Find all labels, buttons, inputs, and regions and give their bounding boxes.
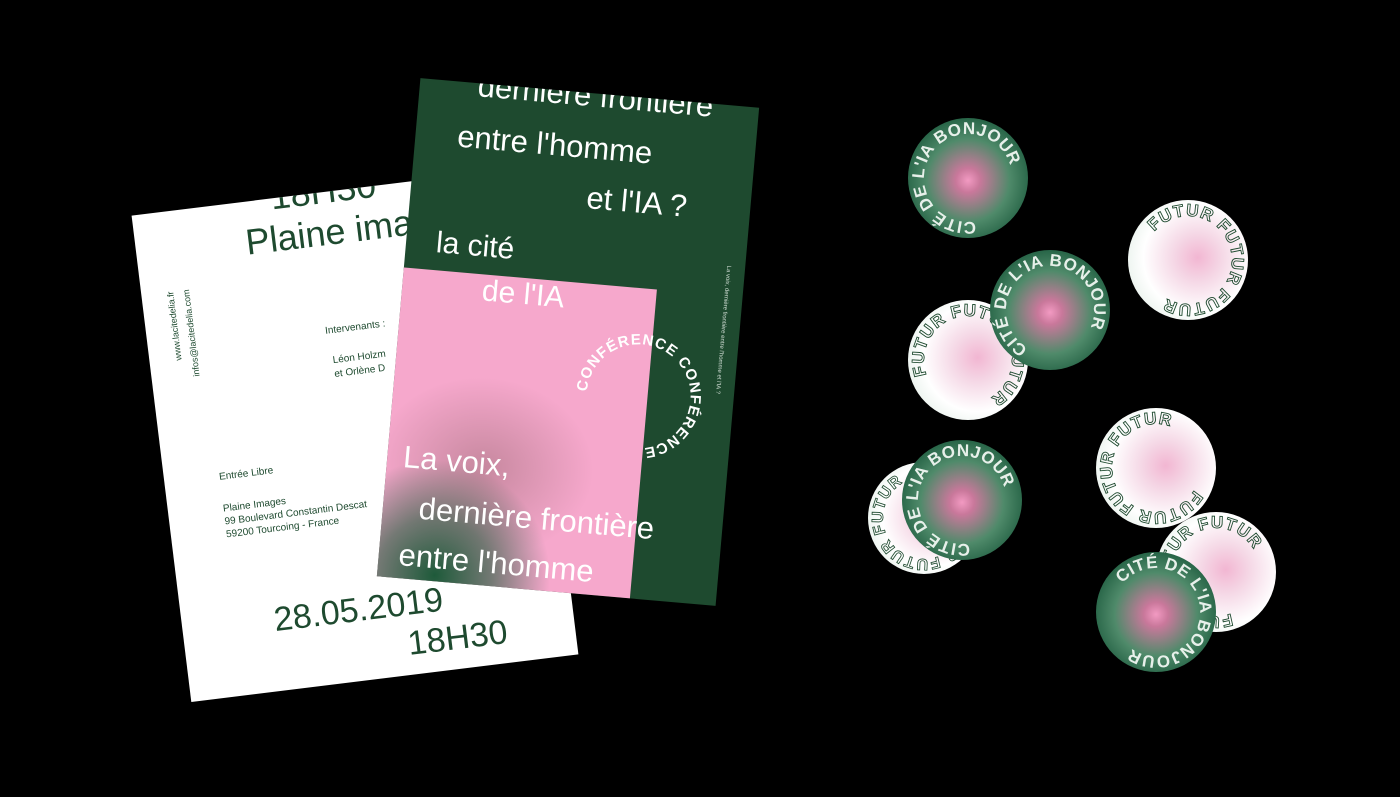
- svg-text:FUTUR FUTUR FUTUR: FUTUR FUTUR FUTUR: [1128, 200, 1248, 320]
- poster-line-3: et l'IA ?: [585, 180, 689, 224]
- flyer-entry: Entrée Libre: [218, 465, 274, 483]
- conference-ring: CONFÉRENCE CONFÉRENCE: [568, 326, 709, 466]
- poster-brand-1: la cité: [434, 226, 516, 266]
- poster-line-2: entre l'homme: [456, 118, 654, 171]
- sticker-text: FUTUR FUTUR FUTUR: [1128, 200, 1248, 320]
- sticker-cite: CITÉ DE L'IA BONJOUR: [908, 118, 1028, 238]
- svg-text:CITÉ DE L'IA BONJOUR: CITÉ DE L'IA BONJOUR: [990, 250, 1110, 370]
- sticker-futur: FUTUR FUTUR FUTUR: [1128, 200, 1248, 320]
- sticker-text: CITÉ DE L'IA BONJOUR: [902, 440, 1022, 560]
- sticker-futur: FUTUR FUTUR FUTUR: [1096, 408, 1216, 528]
- conference-ring-text: CONFÉRENCE CONFÉRENCE: [568, 326, 709, 466]
- sticker-text: FUTUR FUTUR FUTUR: [1096, 408, 1216, 528]
- sticker-text: CITÉ DE L'IA BONJOUR: [990, 250, 1110, 370]
- svg-text:CONFÉRENCE CONFÉRENCE: CONFÉRENCE CONFÉRENCE: [568, 326, 709, 466]
- green-poster: dernière frontière entre l'homme et l'IA…: [376, 78, 760, 606]
- sticker-cite: CITÉ DE L'IA BONJOUR: [1096, 552, 1216, 672]
- svg-text:CITÉ DE L'IA BONJOUR: CITÉ DE L'IA BONJOUR: [908, 118, 1028, 238]
- stage: 18H30 Plaine images www.lacitedelia.fr i…: [0, 0, 1400, 797]
- poster-line-top: dernière frontière: [476, 78, 715, 124]
- sticker-cite: CITÉ DE L'IA BONJOUR: [902, 440, 1022, 560]
- poster-brand-2: de l'IA: [480, 274, 566, 315]
- sticker-text: CITÉ DE L'IA BONJOUR: [1096, 552, 1216, 672]
- svg-text:CITÉ DE L'IA BONJOUR: CITÉ DE L'IA BONJOUR: [902, 440, 1022, 560]
- svg-text:CITÉ DE L'IA BONJOUR: CITÉ DE L'IA BONJOUR: [1096, 552, 1216, 672]
- sticker-text: CITÉ DE L'IA BONJOUR: [908, 118, 1028, 238]
- sticker-cite: CITÉ DE L'IA BONJOUR: [990, 250, 1110, 370]
- flyer-email: infos@lacitedelia.com: [181, 288, 202, 378]
- flyer-website: www.lacitedelia.fr: [165, 290, 184, 362]
- svg-text:FUTUR FUTUR FUTUR: FUTUR FUTUR FUTUR: [1096, 408, 1216, 528]
- poster-fine-print: La voix, dernière frontière entre l'homm…: [714, 265, 732, 395]
- flyer-speakers-label: Intervenants :: [324, 318, 386, 337]
